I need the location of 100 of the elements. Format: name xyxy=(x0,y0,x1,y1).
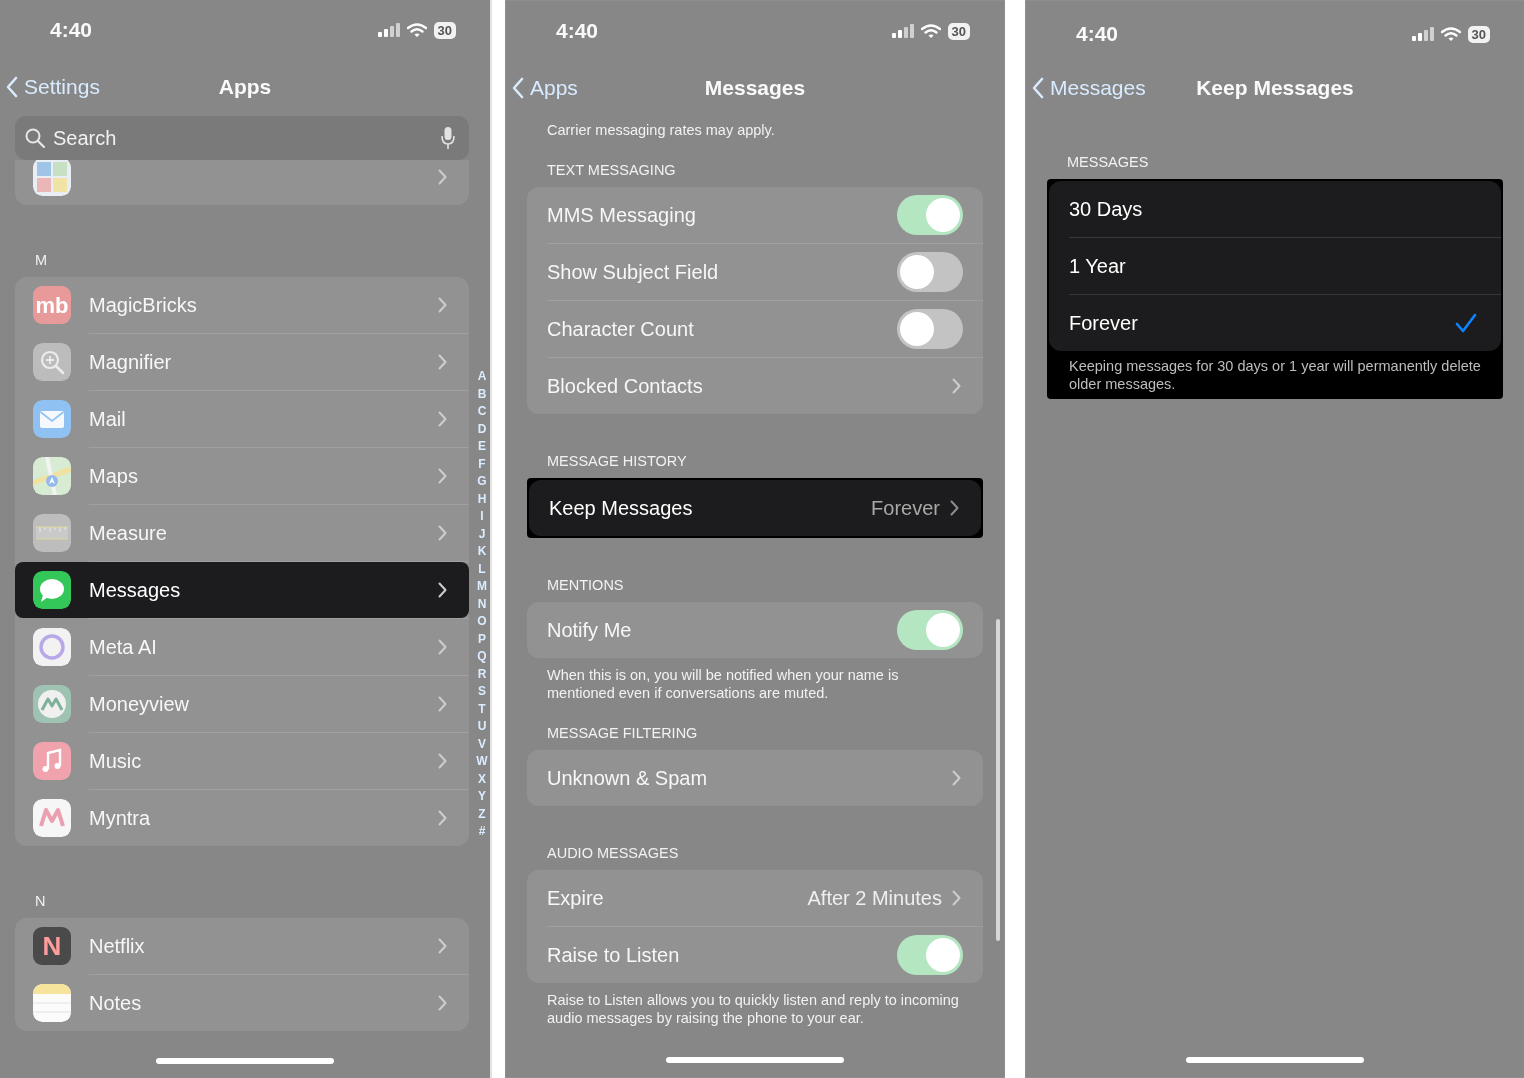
status-time: 4:40 xyxy=(556,18,599,45)
chevron-icon xyxy=(438,297,447,313)
row-label: 30 Days xyxy=(1069,197,1144,222)
app-row[interactable]: Meta AI xyxy=(15,619,469,675)
speech-bubble-icon xyxy=(33,571,71,609)
section-header: N xyxy=(34,892,47,910)
index-letter[interactable]: F xyxy=(478,455,486,473)
mountain-logo-icon xyxy=(33,685,71,723)
toggle-switch[interactable] xyxy=(897,252,963,292)
index-letter[interactable]: S xyxy=(478,683,486,701)
wifi-icon xyxy=(1440,26,1461,42)
ruler-icon xyxy=(33,514,71,552)
section-footnote: When this is on, you will be notified when your name is mentioned even if conversations are muted. xyxy=(546,666,900,702)
index-letter[interactable]: A xyxy=(477,368,487,386)
settings-row[interactable]: Keep Messages Forever xyxy=(529,480,981,536)
option-row[interactable]: 30 Days xyxy=(1049,181,1501,237)
option-row[interactable]: 1 Year xyxy=(1049,238,1501,294)
app-row[interactable]: Messages xyxy=(15,562,469,618)
app-row[interactable]: mb MagicBricks xyxy=(15,277,469,333)
search-field[interactable]: Search xyxy=(15,116,469,160)
index-letter[interactable]: K xyxy=(477,543,487,561)
back-button[interactable]: Settings xyxy=(0,71,100,103)
index-letter[interactable]: E xyxy=(478,438,486,456)
logo-icon: N xyxy=(33,927,71,965)
chevron-icon xyxy=(438,582,447,598)
back-chevron-icon xyxy=(1032,77,1044,99)
status-time: 4:40 xyxy=(1076,21,1119,48)
index-letter[interactable]: H xyxy=(477,490,487,508)
index-letter[interactable]: R xyxy=(477,665,487,683)
toggle-switch[interactable] xyxy=(897,195,963,235)
ring-icon xyxy=(33,628,71,666)
row-label: MagicBricks xyxy=(89,293,198,318)
section-footnote: Raise to Listen allows you to quickly listen and reply to incoming audio messages by raising the phone to your ear. xyxy=(546,991,960,1027)
index-letter[interactable]: D xyxy=(477,420,487,438)
board-game-icon xyxy=(33,160,71,196)
section-header: MENTIONS xyxy=(546,576,625,594)
index-letter[interactable]: N xyxy=(477,595,487,613)
logo-icon: mb xyxy=(33,286,71,324)
magnifier-icon xyxy=(33,343,71,381)
toggle-switch[interactable] xyxy=(897,610,963,650)
index-letter[interactable]: U xyxy=(477,718,487,736)
app-row[interactable]: Music xyxy=(15,733,469,789)
row-label: Raise to Listen xyxy=(547,943,681,968)
row-label: MMS Messaging xyxy=(547,203,697,228)
row-label: Keep Messages xyxy=(549,496,694,521)
app-row[interactable]: N Netflix xyxy=(15,918,469,974)
row-label: Maps xyxy=(89,464,139,489)
app-row[interactable]: Notes xyxy=(15,975,469,1031)
row-label: Notify Me xyxy=(547,618,633,643)
index-letter[interactable]: P xyxy=(478,630,486,648)
row-label: Mail xyxy=(89,407,127,432)
option-row[interactable]: Forever xyxy=(1049,295,1501,351)
index-letter[interactable]: M xyxy=(477,578,487,596)
settings-row[interactable]: Unknown & Spam xyxy=(527,750,983,806)
chevron-icon xyxy=(438,169,447,185)
row-label: Netflix xyxy=(89,934,146,959)
index-letter[interactable]: J xyxy=(478,525,486,543)
index-letter[interactable]: Q xyxy=(477,648,487,666)
settings-row[interactable]: Expire After 2 Minutes xyxy=(527,870,983,926)
index-letter[interactable]: L xyxy=(478,560,486,578)
index-letter[interactable]: C xyxy=(477,403,487,421)
settings-row[interactable]: Blocked Contacts xyxy=(527,358,983,414)
chevron-icon xyxy=(438,525,447,541)
chevron-icon xyxy=(438,468,447,484)
index-letter[interactable]: B xyxy=(477,385,487,403)
row-label: Measure xyxy=(89,521,168,546)
app-row[interactable]: Measure xyxy=(15,505,469,561)
index-letter[interactable]: G xyxy=(477,473,487,491)
index-letter[interactable]: I xyxy=(480,508,484,526)
row-label: Notes xyxy=(89,991,143,1016)
toggle-switch[interactable] xyxy=(897,935,963,975)
toggle-switch[interactable] xyxy=(897,309,963,349)
back-button[interactable]: Messages xyxy=(1026,72,1146,104)
index-letter[interactable]: Z xyxy=(478,805,486,823)
app-row[interactable]: Mail xyxy=(15,391,469,447)
row-label: Music xyxy=(89,749,143,774)
wifi-icon xyxy=(406,22,427,38)
music-note-icon xyxy=(33,742,71,780)
envelope-icon xyxy=(33,400,71,438)
index-letter[interactable]: X xyxy=(478,770,486,788)
app-row[interactable]: Magnifier xyxy=(15,334,469,390)
row-label: Forever xyxy=(1069,311,1139,336)
index-letter[interactable]: T xyxy=(478,700,486,718)
back-button[interactable]: Apps xyxy=(506,72,578,104)
notepad-icon xyxy=(33,984,71,1022)
section-header: MESSAGES xyxy=(1066,153,1150,171)
app-row[interactable]: Moneyview xyxy=(15,676,469,732)
index-letter[interactable]: W xyxy=(476,753,488,771)
index-letter[interactable]: V xyxy=(478,735,486,753)
signal-icon xyxy=(377,23,400,37)
chevron-icon xyxy=(438,354,447,370)
status-time: 4:40 xyxy=(50,17,93,44)
map-icon xyxy=(33,457,71,495)
index-letter[interactable]: Y xyxy=(478,788,486,806)
index-letter[interactable]: O xyxy=(477,613,487,631)
app-row[interactable]: Myntra xyxy=(15,790,469,846)
chevron-icon xyxy=(952,378,961,394)
app-row[interactable]: Maps xyxy=(15,448,469,504)
index-letter[interactable]: # xyxy=(478,823,486,841)
row-label: Character Count xyxy=(547,317,695,342)
